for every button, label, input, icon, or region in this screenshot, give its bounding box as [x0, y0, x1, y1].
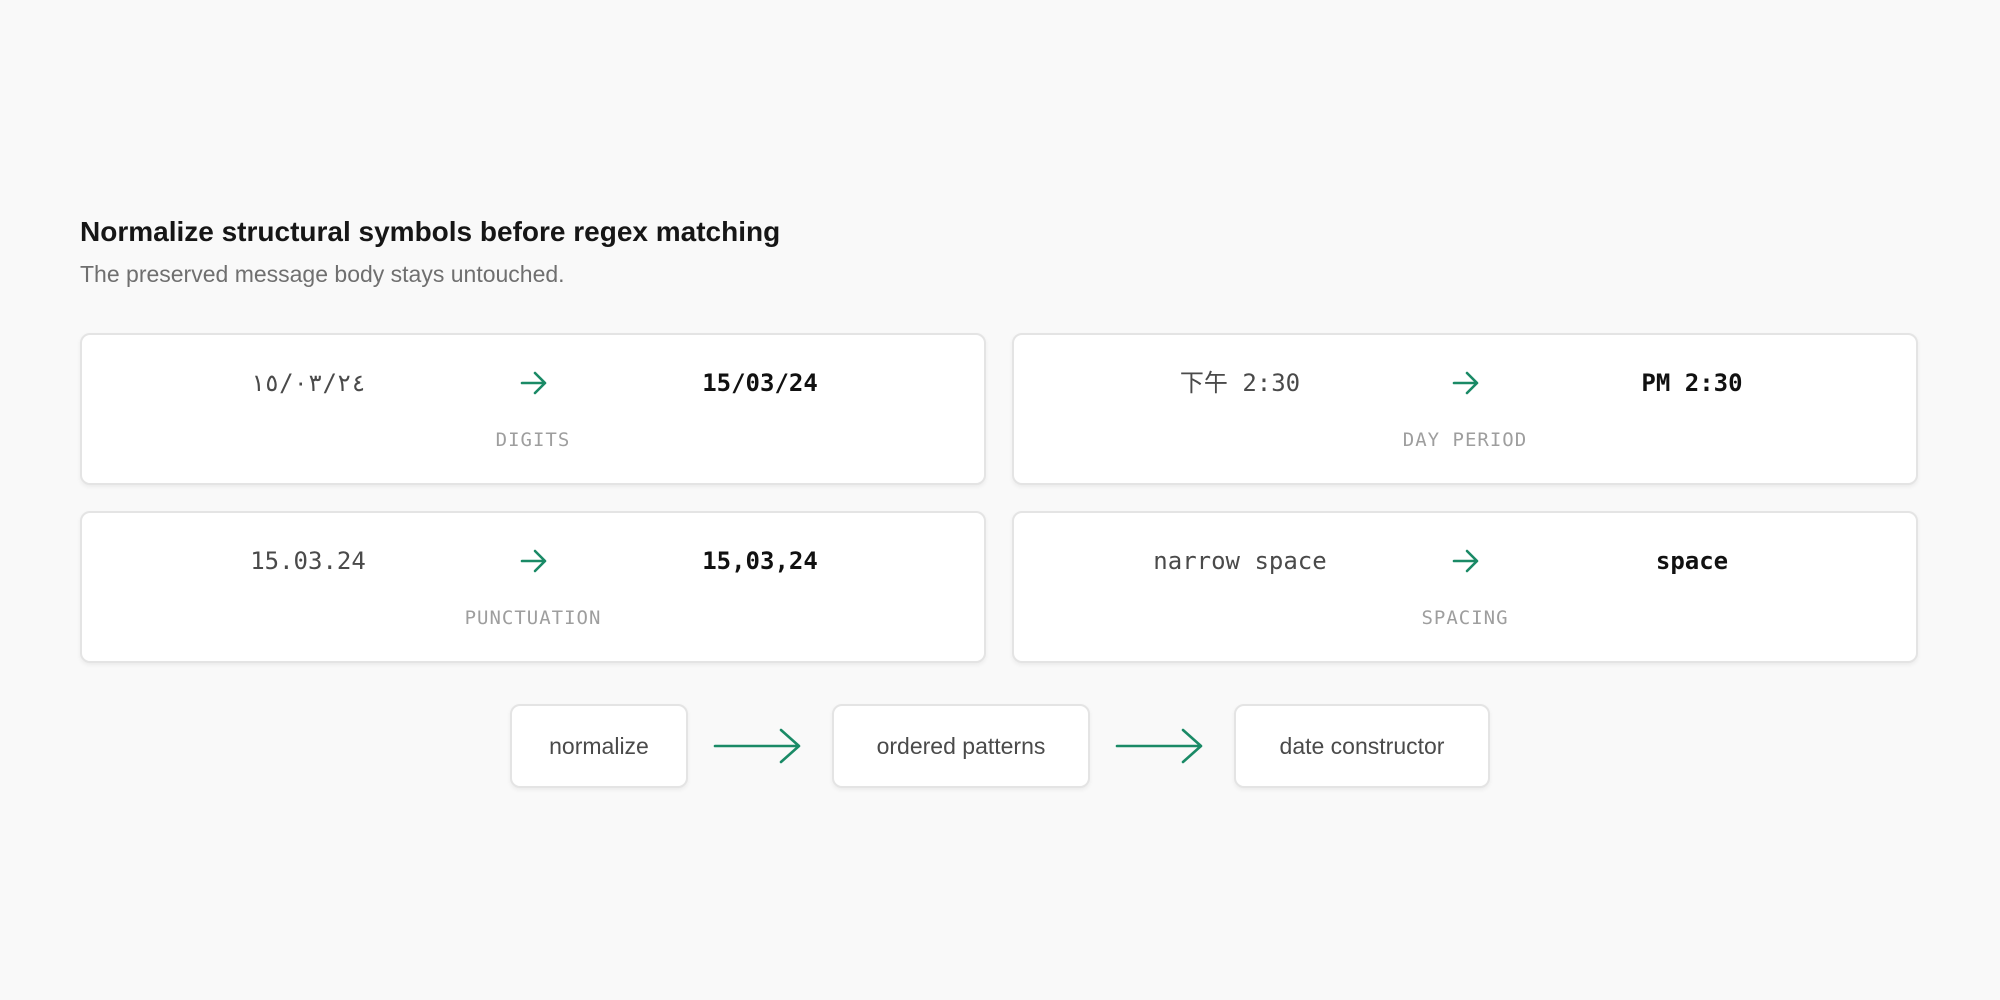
input-value: 15.03.24: [250, 547, 366, 575]
input-value: narrow space: [1153, 547, 1327, 575]
category-label: PUNCTUATION: [464, 607, 602, 629]
long-right-arrow-icon: [1115, 728, 1203, 764]
step-normalize: normalize: [510, 704, 688, 788]
step-date-constructor: date constructor: [1234, 704, 1490, 788]
category-label: DAY PERIOD: [1402, 429, 1528, 451]
long-right-arrow-icon: [713, 728, 801, 764]
input-value: ١٥/٠٣/٢٤: [250, 369, 366, 397]
card-day-period: 下午 2:30 PM 2:30 DAY PERIOD: [1012, 333, 1918, 485]
output-value: 15,03,24: [702, 547, 818, 575]
input-value: 下午 2:30: [1179, 369, 1301, 397]
content: Normalize structural symbols before rege…: [80, 210, 1920, 663]
output-value: space: [1655, 547, 1729, 575]
normalization-grid: ١٥/٠٣/٢٤ 15/03/24 DIGITS 下午 2:30 PM 2:30…: [80, 333, 1918, 663]
page-subtitle: The preserved message body stays untouch…: [80, 261, 565, 287]
step-ordered-patterns: ordered patterns: [832, 704, 1090, 788]
output-value: PM 2:30: [1641, 369, 1743, 397]
card-spacing: narrow space space SPACING: [1012, 511, 1918, 663]
category-label: SPACING: [1421, 607, 1509, 629]
pipeline: normalize ordered patterns date construc…: [0, 704, 2000, 788]
category-label: DIGITS: [495, 429, 571, 451]
card-digits: ١٥/٠٣/٢٤ 15/03/24 DIGITS: [80, 333, 986, 485]
card-punctuation: 15.03.24 15,03,24 PUNCTUATION: [80, 511, 986, 663]
output-value: 15/03/24: [702, 369, 818, 397]
page-title: Normalize structural symbols before rege…: [80, 216, 781, 247]
